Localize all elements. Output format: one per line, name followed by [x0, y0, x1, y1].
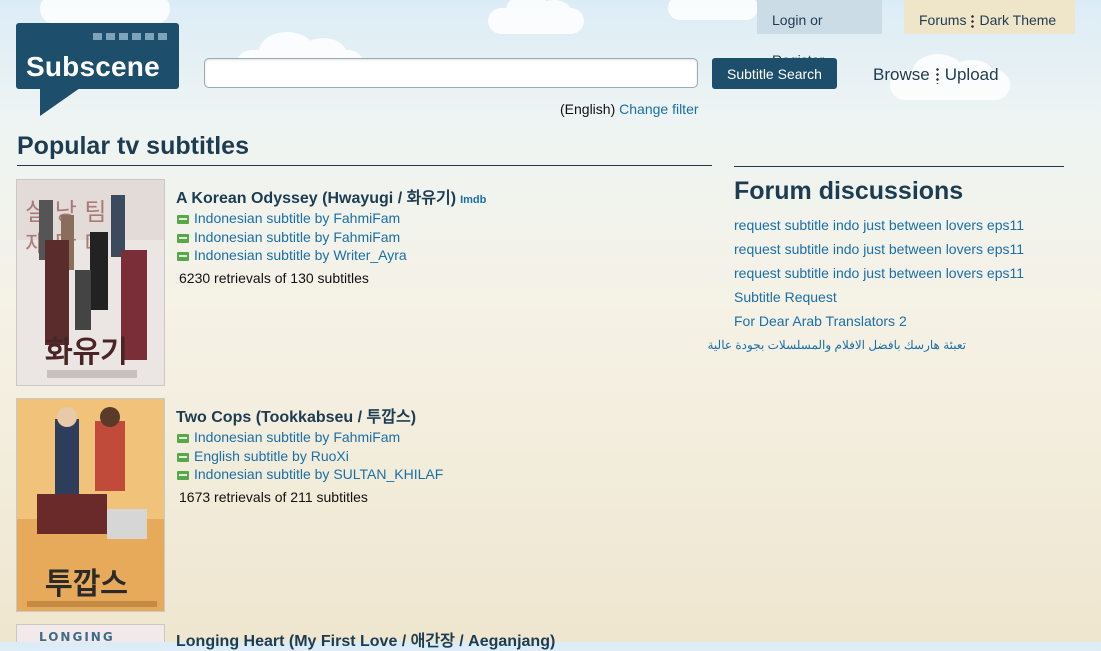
cloud-decoration: [40, 0, 170, 24]
language-filter: (English) Change filter: [560, 101, 699, 117]
subtitle-link[interactable]: Indonesian subtitle by FahmiFam: [177, 229, 400, 245]
subtitle-link-text[interactable]: English subtitle by RuoXi: [194, 448, 349, 464]
subtitle-link[interactable]: Indonesian subtitle by FahmiFam: [177, 429, 400, 445]
separator: [935, 67, 939, 85]
filter-language: (English): [560, 101, 616, 117]
separator: [971, 13, 975, 29]
show-poster[interactable]: 실 낭 팀 재 만 마 화유기: [16, 179, 165, 386]
subtitle-link[interactable]: Indonesian subtitle by Writer_Ayra: [177, 247, 407, 263]
login-register-link[interactable]: Login or Register: [757, 0, 882, 68]
show-poster[interactable]: LONGING: [16, 624, 165, 642]
forum-thread-link[interactable]: request subtitle indo just between lover…: [734, 265, 1024, 281]
forum-thread-link[interactable]: request subtitle indo just between lover…: [734, 217, 1024, 233]
subtitle-icon: [177, 433, 189, 443]
cloud-decoration: [668, 0, 758, 20]
cloud-decoration: [488, 0, 584, 34]
poster-title-text: LONGING: [39, 630, 115, 642]
forum-thread-link[interactable]: For Dear Arab Translators 2: [734, 313, 907, 329]
subtitle-link-text[interactable]: Indonesian subtitle by FahmiFam: [194, 229, 400, 245]
show-title[interactable]: Longing Heart (My First Love / 애간장 / Aeg…: [176, 627, 555, 651]
subtitle-icon: [177, 214, 189, 224]
browse-link[interactable]: Browse: [873, 65, 930, 84]
subtitle-search-button[interactable]: Subtitle Search: [712, 58, 837, 89]
subtitle-link[interactable]: Indonesian subtitle by SULTAN_KHILAF: [177, 466, 443, 482]
show-title[interactable]: A Korean Odyssey (Hwayugi / 화유기) Imdb: [176, 184, 486, 208]
forums-theme-tab: Forums Dark Theme: [904, 0, 1075, 34]
subtitle-link-text[interactable]: Indonesian subtitle by FahmiFam: [194, 210, 400, 226]
show-title-text[interactable]: Two Cops (Tookkabseu / 투깝스): [176, 409, 416, 426]
show-title-text[interactable]: A Korean Odyssey (Hwayugi / 화유기): [176, 190, 456, 207]
divider: [17, 165, 712, 166]
show-poster[interactable]: 투깝스: [16, 398, 165, 612]
change-filter-link[interactable]: Change filter: [619, 101, 698, 117]
imdb-link[interactable]: Imdb: [460, 194, 486, 206]
subtitle-icon: [177, 233, 189, 243]
forum-thread-link[interactable]: تعبئة هارسك بافضل الافلام والمسلسلات بجو…: [708, 338, 967, 352]
logo-speech-tail: [40, 88, 80, 116]
popular-section-title: Popular tv subtitles: [17, 132, 249, 160]
forum-thread-link[interactable]: request subtitle indo just between lover…: [734, 241, 1024, 257]
subtitle-link-text[interactable]: Indonesian subtitle by SULTAN_KHILAF: [194, 466, 443, 482]
retrieval-stats: 1673 retrievals of 211 subtitles: [179, 489, 368, 505]
subtitle-icon: [177, 452, 189, 462]
subtitle-link[interactable]: Indonesian subtitle by FahmiFam: [177, 210, 400, 226]
poster-title-text: 투깝스: [45, 567, 128, 602]
subtitle-icon: [177, 470, 189, 480]
retrieval-stats: 6230 retrievals of 130 subtitles: [179, 270, 369, 286]
forum-thread-link[interactable]: Subtitle Request: [734, 289, 837, 305]
dark-theme-link[interactable]: Dark Theme: [979, 12, 1056, 28]
forum-section-title: Forum discussions: [734, 177, 964, 205]
show-title[interactable]: Two Cops (Tookkabseu / 투깝스): [176, 403, 416, 427]
subtitle-icon: [177, 251, 189, 261]
subtitle-link-text[interactable]: Indonesian subtitle by FahmiFam: [194, 429, 400, 445]
logo-text: Subscene: [26, 51, 160, 82]
search-input[interactable]: [204, 58, 698, 88]
subtitle-link[interactable]: English subtitle by RuoXi: [177, 448, 349, 464]
poster-title-text: 화유기: [45, 335, 128, 370]
site-logo[interactable]: Subscene: [16, 23, 179, 89]
logo-dots: [93, 33, 167, 40]
subtitle-link-text[interactable]: Indonesian subtitle by Writer_Ayra: [194, 247, 407, 263]
upload-link[interactable]: Upload: [945, 65, 999, 84]
forums-link[interactable]: Forums: [919, 12, 966, 28]
main-nav: Browse Upload: [873, 65, 999, 85]
divider: [734, 166, 1064, 167]
